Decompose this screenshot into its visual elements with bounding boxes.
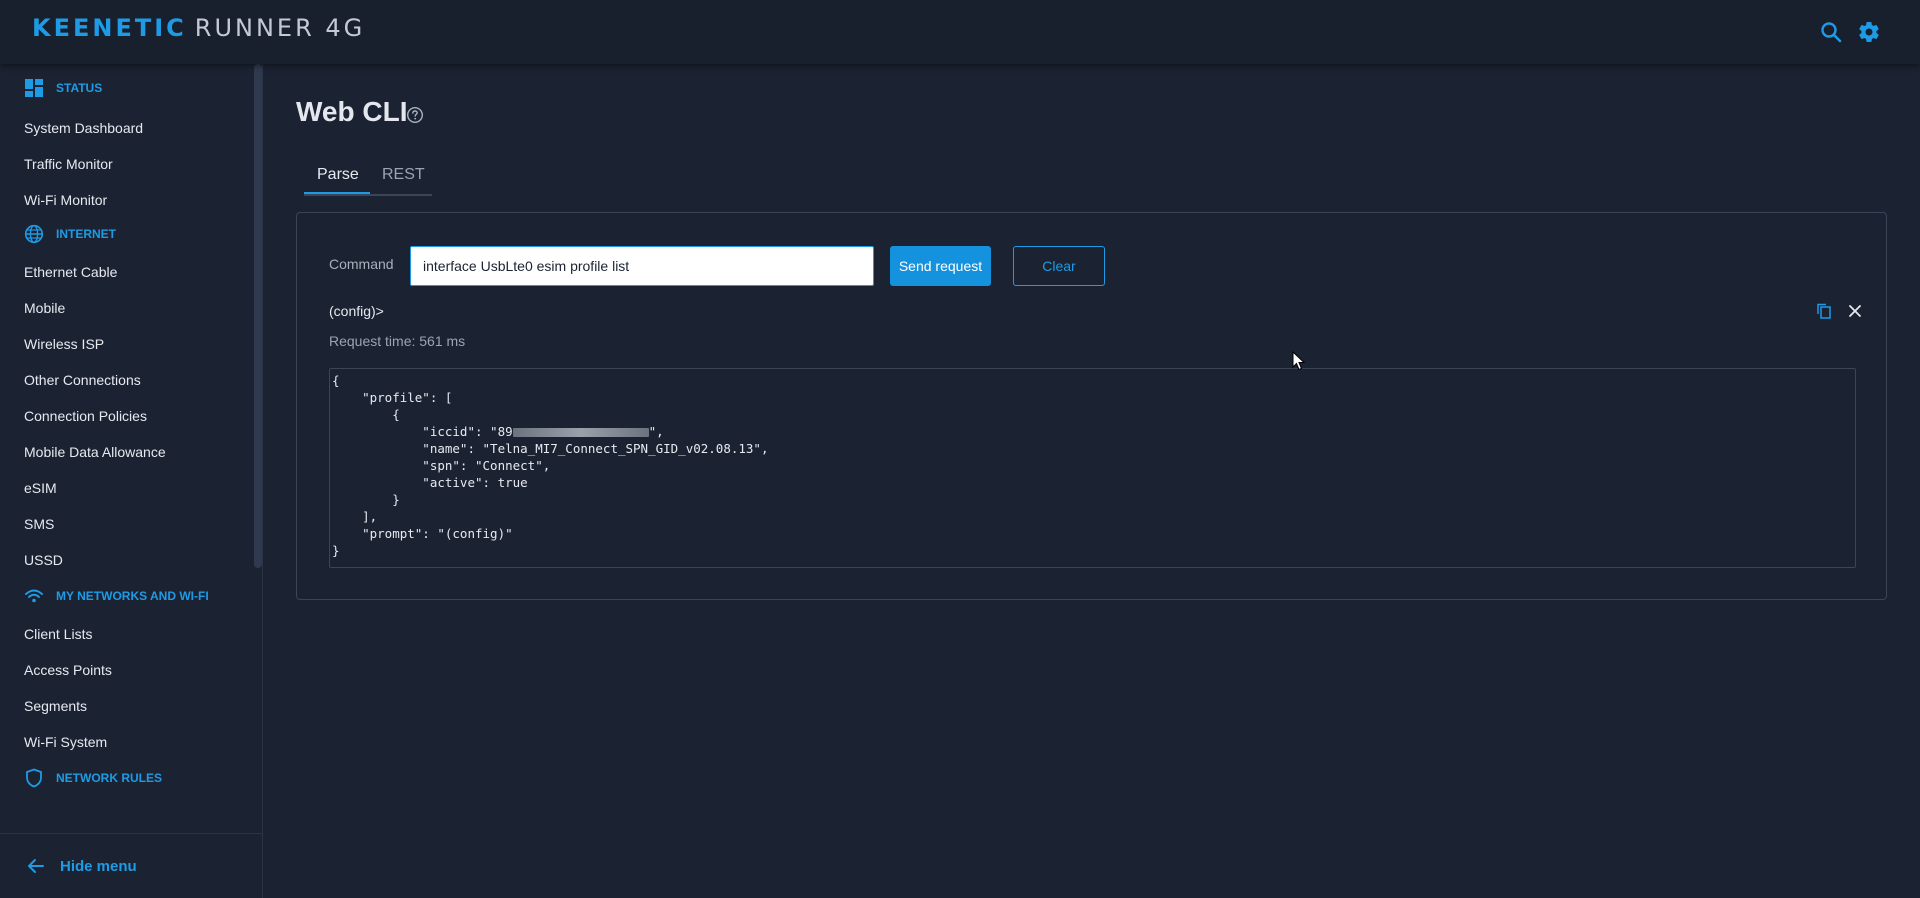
output-line: "active": true bbox=[332, 475, 528, 490]
sidebar-item-wireless-isp[interactable]: Wireless ISP bbox=[0, 326, 262, 362]
sidebar-item-connection-policies[interactable]: Connection Policies bbox=[0, 398, 262, 434]
iccid-suffix: ", bbox=[648, 424, 664, 439]
redacted-iccid bbox=[512, 428, 649, 437]
sidebar-item-client-lists[interactable]: Client Lists bbox=[0, 616, 262, 652]
hide-menu-label: Hide menu bbox=[60, 857, 137, 875]
sidebar-item-system-dashboard[interactable]: System Dashboard bbox=[0, 110, 262, 146]
output-line: "iccid": "89 bbox=[332, 424, 513, 439]
sidebar-item-access-points[interactable]: Access Points bbox=[0, 652, 262, 688]
sidebar-item-mobile-data-allowance[interactable]: Mobile Data Allowance bbox=[0, 434, 262, 470]
output-line: "name": "Telna_MI7_Connect_SPN_GID_v02.0… bbox=[332, 441, 769, 456]
sidebar-item-sms[interactable]: SMS bbox=[0, 506, 262, 542]
help-icon[interactable] bbox=[406, 106, 424, 124]
cli-panel: Command interface UsbLte0 esim profile l… bbox=[296, 212, 1887, 600]
section-status[interactable]: STATUS bbox=[0, 74, 262, 102]
cli-prompt: (config)> bbox=[329, 303, 384, 319]
output-line: { bbox=[332, 407, 400, 422]
search-icon[interactable] bbox=[1819, 20, 1843, 44]
sidebar-item-wifi-monitor[interactable]: Wi-Fi Monitor bbox=[0, 182, 262, 218]
page-title: Web CLI bbox=[296, 96, 408, 127]
close-icon[interactable] bbox=[1846, 302, 1864, 320]
section-network-rules-label: NETWORK RULES bbox=[56, 771, 162, 785]
sidebar-scrollbar[interactable] bbox=[254, 64, 262, 568]
response-output: { "profile": [ { "iccid": "89 ", "name": … bbox=[329, 368, 1856, 568]
section-my-networks-label: MY NETWORKS AND WI-FI bbox=[56, 589, 209, 603]
top-bar: KEENETIC RUNNER 4G bbox=[0, 0, 1920, 64]
output-line: "profile": [ bbox=[332, 390, 453, 405]
tab-rest[interactable]: REST bbox=[382, 166, 425, 184]
globe-icon bbox=[24, 224, 44, 244]
sidebar: STATUS System Dashboard Traffic Monitor … bbox=[0, 64, 263, 898]
output-line: ], bbox=[332, 509, 378, 524]
sidebar-item-segments[interactable]: Segments bbox=[0, 688, 262, 724]
section-internet-label: INTERNET bbox=[56, 227, 116, 241]
output-line: "prompt": "(config)" bbox=[332, 526, 513, 541]
logo-model: RUNNER 4G bbox=[194, 14, 366, 42]
send-request-button[interactable]: Send request bbox=[890, 246, 991, 286]
sidebar-item-ussd[interactable]: USSD bbox=[0, 542, 262, 578]
section-internet[interactable]: INTERNET bbox=[0, 220, 262, 248]
hide-menu-button[interactable]: Hide menu bbox=[0, 833, 262, 898]
copy-icon[interactable] bbox=[1815, 302, 1833, 320]
active-tab-indicator bbox=[304, 192, 370, 194]
sidebar-item-traffic-monitor[interactable]: Traffic Monitor bbox=[0, 146, 262, 182]
command-label: Command bbox=[329, 256, 394, 272]
output-line: { bbox=[332, 373, 340, 388]
logo[interactable]: KEENETIC RUNNER 4G bbox=[32, 14, 365, 42]
section-my-networks[interactable]: MY NETWORKS AND WI-FI bbox=[0, 582, 262, 610]
wifi-icon bbox=[24, 586, 44, 606]
dashboard-icon bbox=[24, 78, 44, 98]
sidebar-item-other-connections[interactable]: Other Connections bbox=[0, 362, 262, 398]
sidebar-item-ethernet-cable[interactable]: Ethernet Cable bbox=[0, 254, 262, 290]
logo-brand: KEENETIC bbox=[32, 14, 187, 42]
sidebar-nav: STATUS System Dashboard Traffic Monitor … bbox=[0, 64, 262, 832]
section-network-rules[interactable]: NETWORK RULES bbox=[0, 764, 262, 792]
sidebar-item-wifi-system[interactable]: Wi-Fi System bbox=[0, 724, 262, 760]
output-line: } bbox=[332, 492, 400, 507]
sidebar-item-esim[interactable]: eSIM bbox=[0, 470, 262, 506]
gear-icon[interactable] bbox=[1857, 20, 1881, 44]
sidebar-item-mobile[interactable]: Mobile bbox=[0, 290, 262, 326]
clear-button[interactable]: Clear bbox=[1013, 246, 1105, 286]
output-line: "spn": "Connect", bbox=[332, 458, 551, 473]
shield-icon bbox=[24, 768, 44, 788]
request-time: Request time: 561 ms bbox=[329, 333, 466, 349]
tab-bar: Parse REST bbox=[304, 158, 432, 196]
command-input[interactable]: interface UsbLte0 esim profile list bbox=[410, 246, 874, 286]
output-line: } bbox=[332, 543, 340, 558]
tab-parse[interactable]: Parse bbox=[317, 166, 359, 184]
section-status-label: STATUS bbox=[56, 81, 103, 95]
mouse-pointer-icon bbox=[1292, 351, 1306, 371]
arrow-left-icon bbox=[28, 859, 44, 873]
